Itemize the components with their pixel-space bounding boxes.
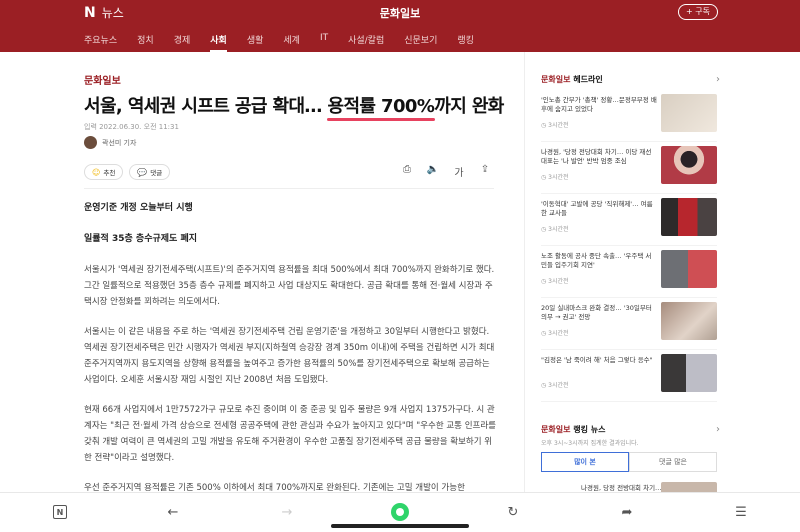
news-thumbnail [661,94,717,132]
tab-newspaper[interactable]: 신문보기 [404,33,437,52]
share-icon[interactable]: ➦ [616,501,638,523]
tab-politics[interactable]: 정치 [137,33,154,52]
reaction-actions: ☺ 추천 💬 댓글 [84,164,176,180]
divider [84,188,494,189]
tab-economy[interactable]: 경제 [174,33,191,52]
naver-home-icon[interactable]: N [53,505,67,519]
news-time: ◷ 3시간전 [541,382,569,389]
news-time-text: 3시간전 [548,174,569,181]
ranking-section-label: 랭킹 뉴스 [570,425,606,434]
list-item[interactable]: "김정은 '남 죽이려 해' 처음 그렇다 응수" ◷ 3시간전 [541,354,717,402]
green-dot-icon[interactable] [391,503,409,521]
highlight-underline [326,118,436,121]
news-title: '인노총 간부가 '총책' 정황…문정부부정 배후에 숨지고 있었다 [541,96,657,113]
news-thumbnail [661,354,717,392]
subscribe-button[interactable]: + 구독 [678,4,718,20]
list-item[interactable]: 나경원, '당정 전당대회 차기… 이당 재선 대표는 '나 발언' 반박 엄중… [541,146,717,194]
font-size-icon[interactable]: 가 [450,164,468,179]
print-icon[interactable]: ⎙ [398,164,416,179]
subheading-1: 운영기준 개정 오늘부터 시행 [84,203,193,213]
forward-arrow-icon[interactable]: → [276,501,298,523]
news-time: ◷ 3시간전 [541,226,569,233]
list-item[interactable]: 20일 실내마스크 완화 결정… '30일부터 의무 → 권고' 전망 ◷ 3시… [541,302,717,350]
paragraph-3: 현재 66개 사업지에서 1만7572가구 규모로 추진 중이며 이 중 준공 … [84,405,496,463]
back-arrow-icon[interactable]: ← [162,501,184,523]
list-item[interactable]: 노조 활동에 공사 중단 속출… '우주택 서민들 입주기회 지연' ◷ 3시간… [541,250,717,298]
headline-section-label: 헤드라인 [570,75,603,84]
tab-main[interactable]: 주요뉴스 [84,33,117,52]
ranking-subtitle: 오후 3시~3시까지 집계한 결과입니다. [541,440,639,447]
comment-icon: 💬 [137,167,148,177]
chevron-right-icon[interactable]: › [716,74,720,85]
news-time: ◷ 3시간전 [541,278,569,285]
category-nav: 주요뉴스 정치 경제 사회 생활 세계 IT 사설/칼럼 신문보기 랭킹 [84,33,494,52]
article-body: 운영기준 개정 오늘부터 시행 일률적 35층 층수규제도 폐지 서울시가 '역… [84,200,498,510]
news-title: 20일 실내마스크 완화 결정… '30일부터 의무 → 권고' 전망 [541,304,652,321]
top-header: N 뉴스 문화일보 + 구독 주요뉴스 정치 경제 사회 생활 세계 IT 사설… [0,0,800,52]
paragraph-2: 서울시는 이 같은 내용을 주로 하는 '역세권 장기전세주택 건립 운영기준'… [84,327,495,385]
news-title: 노조 활동에 공사 중단 속출… '우주택 서민들 입주기회 지연' [541,252,652,269]
news-time-text: 3시간전 [548,278,569,285]
article-headline: 서울, 역세권 시프트 공급 확대… 용적률 700% 까지 완화 [84,92,504,121]
tab-life[interactable]: 생활 [247,33,264,52]
list-item[interactable]: '이동혁대' 고발에 공당 '직위해제'… 여름한 교사들 ◷ 3시간전 [541,198,717,246]
menu-icon[interactable]: ☰ [730,501,752,523]
smile-icon: ☺ [92,167,101,177]
ranking-section-publisher: 문화일보 [541,425,571,434]
tab-world[interactable]: 세계 [283,33,300,52]
headline-highlight: 용적률 700% [326,92,436,121]
headline-section-title[interactable]: 문화일보 헤드라인 [541,74,603,85]
sidebar: 문화일보 헤드라인 › '인노총 간부가 '총책' 정황…문정부부정 배후에 숨… [524,52,720,494]
news-title: "김정은 '남 죽이려 해' 처음 그렇다 응수" [541,356,653,364]
news-time-text: 3시간전 [548,122,569,129]
tab-most-commented[interactable]: 댓글 많은 [629,452,717,472]
headline-section-publisher: 문화일보 [541,75,571,84]
share-icon[interactable]: ⇪ [476,164,494,179]
tab-ranking[interactable]: 랭킹 [457,33,474,52]
news-time: ◷ 3시간전 [541,122,569,129]
audio-icon[interactable]: 🔈 [424,164,442,179]
news-title: '이동혁대' 고발에 공당 '직위해제'… 여름한 교사들 [541,200,653,217]
comment-label: 댓글 [150,169,163,177]
news-time: ◷ 3시간전 [541,330,569,337]
list-item[interactable]: '인노총 간부가 '총책' 정황…문정부부정 배후에 숨지고 있었다 ◷ 3시간… [541,94,717,142]
refresh-icon[interactable]: ↻ [502,501,524,523]
publish-date: 입력 2022.06.30. 오전 11:31 [84,123,179,131]
news-time-text: 3시간전 [548,330,569,337]
tab-most-viewed[interactable]: 많이 본 [541,452,629,472]
article-tools: ⎙ 🔈 가 ⇪ [390,164,494,179]
headline-part-2: 까지 완화 [434,96,504,117]
news-title: 나경원, '당정 전당대회 차기… 이당 재선 대표는 '나 발언' 반박 엄중… [541,148,652,165]
news-thumbnail [661,198,717,236]
recommend-button[interactable]: ☺ 추천 [84,164,124,180]
news-thumbnail [661,250,717,288]
headline-part-1: 서울, 역세권 시프트 공급 확대… [84,96,328,117]
reporter-info[interactable]: 곽선미 기자 [84,136,136,149]
ranking-item[interactable]: 나경원, 당정 전방대회 차기… [541,482,717,494]
headline-list: '인노총 간부가 '총책' 정황…문정부부정 배후에 숨지고 있었다 ◷ 3시간… [541,94,717,406]
news-thumbnail [661,302,717,340]
reporter-name: 곽선미 기자 [102,138,137,147]
comment-button[interactable]: 💬 댓글 [129,164,171,180]
recommend-label: 추천 [103,169,116,177]
news-time: ◷ 3시간전 [541,174,569,181]
subheading-2: 일률적 35층 층수규제도 폐지 [84,234,198,244]
article-publisher[interactable]: 문화일보 [84,72,121,87]
ranking-tabs: 많이 본 댓글 많은 [541,452,717,472]
reporter-avatar [84,136,97,149]
news-thumbnail [661,146,717,184]
tab-opinion[interactable]: 사설/칼럼 [348,33,384,52]
ranking-section-title[interactable]: 문화일보 랭킹 뉴스 [541,424,605,435]
headline-highlight-text: 용적률 700% [327,96,435,117]
chevron-right-icon[interactable]: › [716,424,720,435]
home-indicator [331,524,469,528]
news-time-text: 3시간전 [548,382,569,389]
tab-it[interactable]: IT [320,33,328,52]
tab-society[interactable]: 사회 [210,33,227,52]
news-time-text: 3시간전 [548,226,569,233]
paragraph-1: 서울시가 '역세권 장기전세주택(시프트)'의 준주거지역 용적률을 최대 50… [84,265,495,307]
